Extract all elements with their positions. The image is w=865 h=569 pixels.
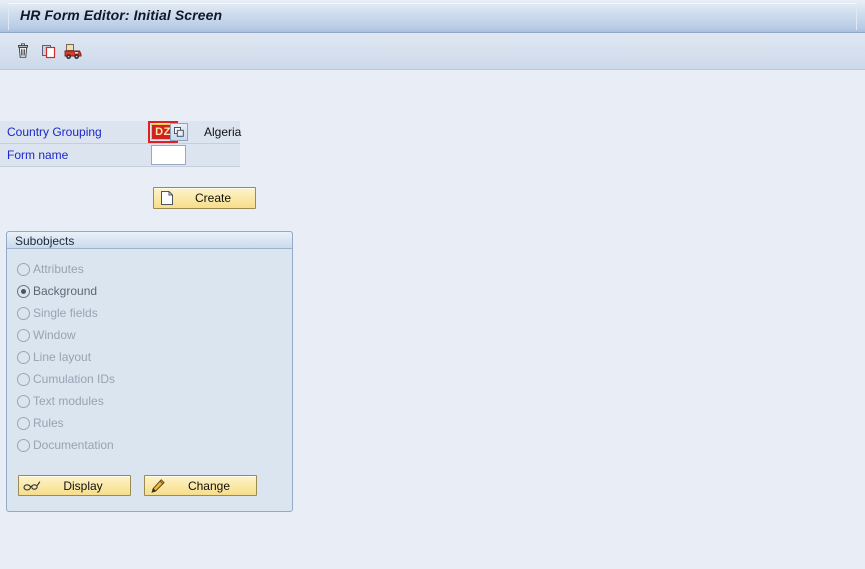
radio-background[interactable]: Background — [17, 280, 277, 302]
change-button-label: Change — [187, 478, 231, 493]
display-button-label: Display — [63, 478, 103, 493]
pencil-icon — [148, 478, 168, 494]
form-name-input[interactable] — [151, 145, 186, 165]
window-title-bar: HR Form Editor: Initial Screen — [0, 0, 865, 33]
radio-indicator-selected-icon — [17, 284, 30, 298]
radio-indicator-icon — [17, 438, 30, 452]
radio-window-label: Window — [33, 328, 76, 342]
radio-documentation[interactable]: Documentation — [17, 434, 277, 456]
radio-text-modules-label: Text modules — [33, 394, 104, 408]
radio-window[interactable]: Window — [17, 324, 277, 346]
radio-rules[interactable]: Rules — [17, 412, 277, 434]
glasses-icon — [22, 480, 42, 492]
radio-cumulation-ids-label: Cumulation IDs — [33, 372, 116, 386]
subobjects-radio-group: Attributes Background Single fields Wind… — [17, 258, 277, 456]
copy-button[interactable] — [38, 40, 60, 62]
radio-line-layout[interactable]: Line layout — [17, 346, 277, 368]
radio-documentation-label: Documentation — [33, 438, 114, 452]
radio-indicator-icon — [17, 328, 30, 342]
application-toolbar: © www.tutorialkart.com — [0, 33, 865, 98]
radio-indicator-icon — [17, 416, 30, 430]
print-truck-icon — [64, 44, 82, 59]
change-button[interactable]: Change — [144, 475, 257, 496]
country-grouping-description: Algeria — [204, 125, 242, 139]
print-button[interactable] — [62, 40, 84, 62]
copy-icon — [42, 45, 56, 59]
radio-indicator-icon — [17, 350, 30, 364]
radio-line-layout-label: Line layout — [33, 350, 92, 364]
radio-indicator-icon — [17, 394, 30, 408]
radio-indicator-icon — [17, 372, 30, 386]
radio-single-fields-label: Single fields — [33, 306, 98, 320]
form-name-label: Form name — [7, 148, 69, 162]
subobjects-title: Subobjects — [15, 234, 75, 248]
create-button-label: Create — [194, 191, 232, 205]
main-content-area: Country Grouping DZ Form name Algeria Cr… — [0, 70, 865, 569]
radio-indicator-icon — [17, 306, 30, 320]
radio-cumulation-ids[interactable]: Cumulation IDs — [17, 368, 277, 390]
create-button[interactable]: Create — [153, 187, 256, 209]
country-grouping-label: Country Grouping — [7, 125, 102, 139]
page-title: HR Form Editor: Initial Screen — [20, 7, 223, 23]
radio-rules-label: Rules — [33, 416, 64, 430]
trash-icon — [18, 43, 28, 58]
country-grouping-matchcode-button[interactable] — [170, 123, 188, 141]
matchcode-icon — [174, 127, 184, 137]
radio-attributes[interactable]: Attributes — [17, 258, 277, 280]
display-button[interactable]: Display — [18, 475, 131, 496]
radio-indicator-icon — [17, 262, 30, 276]
radio-attributes-label: Attributes — [33, 262, 84, 276]
subobjects-group-box: Subobjects Attributes Background Single … — [6, 231, 293, 512]
new-document-icon — [157, 190, 177, 206]
radio-background-label: Background — [33, 284, 98, 298]
radio-single-fields[interactable]: Single fields — [17, 302, 277, 324]
radio-text-modules[interactable]: Text modules — [17, 390, 277, 412]
delete-button[interactable] — [12, 40, 34, 62]
form-name-row: Form name — [0, 144, 240, 167]
